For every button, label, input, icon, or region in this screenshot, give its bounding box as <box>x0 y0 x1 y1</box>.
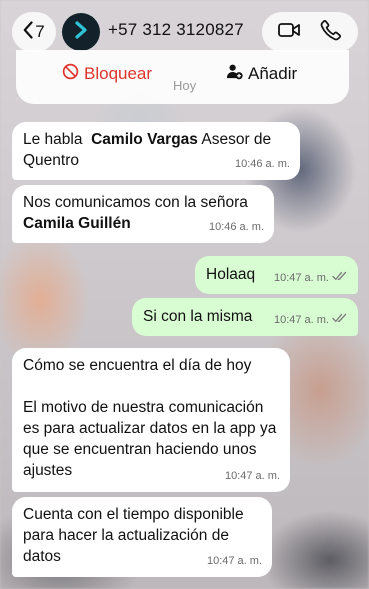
message-time: 10:47 a. m. <box>206 555 262 567</box>
block-icon <box>62 63 79 85</box>
message-meta: 10:47 a. m. <box>274 310 348 331</box>
message-time: 10:46 a. m. <box>208 221 264 233</box>
message-time: 10:46 a. m. <box>234 158 290 170</box>
double-check-icon <box>332 268 348 289</box>
add-label: Añadir <box>248 64 298 83</box>
date-divider: Hoy <box>173 78 197 93</box>
message-bubble[interactable]: Le habla Camilo Vargas Asesor de Quentro… <box>12 122 300 180</box>
avatar-arrow-icon <box>71 20 91 45</box>
message-time: 10:47 a. m. <box>224 470 280 482</box>
avatar[interactable] <box>62 13 100 51</box>
add-contact-button[interactable]: Añadir <box>226 63 297 85</box>
call-actions <box>262 12 358 52</box>
back-chevron-icon <box>23 20 33 44</box>
message-bubble[interactable]: Cuenta con el tiempo disponible para hac… <box>12 497 272 577</box>
message-time: 10:47 a. m. <box>273 314 329 326</box>
block-button[interactable]: Bloquear <box>62 63 152 85</box>
double-check-icon <box>332 310 348 331</box>
unknown-contact-actions: Bloquear Añadir <box>16 50 349 104</box>
block-label: Bloquear <box>84 64 153 83</box>
message-bubble[interactable]: Cómo se encuentra el día de hoy El motiv… <box>12 348 290 492</box>
contact-name[interactable]: +57 312 3120827 <box>108 20 244 40</box>
message-bubble[interactable]: Si con la misma 10:47 a. m. <box>132 298 358 336</box>
add-contact-icon <box>226 63 243 85</box>
message-bubble[interactable]: Holaaq 10:47 a. m. <box>195 256 358 294</box>
message-time: 10:47 a. m. <box>273 272 329 284</box>
back-button[interactable]: 7 <box>12 12 56 52</box>
message-meta: 10:47 a. m. <box>274 268 348 289</box>
message-bubble[interactable]: Nos comunicamos con la señora Camila Gui… <box>12 185 274 243</box>
unread-count: 7 <box>35 22 45 41</box>
message-text: Cómo se encuentra el día de hoy El motiv… <box>23 357 277 479</box>
phone-icon[interactable] <box>319 18 343 47</box>
video-call-icon[interactable] <box>277 18 301 47</box>
